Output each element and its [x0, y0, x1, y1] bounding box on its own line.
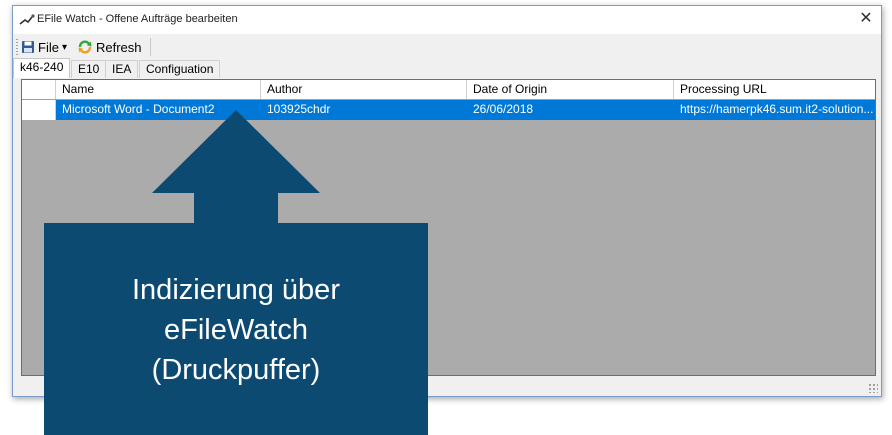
efile-watch-icon [19, 14, 35, 25]
column-header-name[interactable]: Name [56, 80, 261, 99]
tab-e10[interactable]: E10 [71, 60, 107, 78]
file-menu-label: File [38, 39, 59, 55]
file-menu-button[interactable]: File ▾ [21, 38, 67, 56]
size-grip-icon[interactable] [868, 383, 878, 393]
chevron-down-icon: ▾ [61, 41, 67, 53]
column-header-author[interactable]: Author [261, 80, 467, 99]
floppy-disk-icon [22, 41, 34, 53]
close-icon[interactable]: ✕ [855, 9, 877, 29]
callout-line-3: (Druckpuffer) [151, 354, 321, 386]
callout-line-1: Indizierung über [132, 274, 340, 306]
grid-corner-cell[interactable] [22, 80, 56, 99]
column-header-date-of-origin[interactable]: Date of Origin [467, 80, 674, 99]
cell-date-of-origin[interactable]: 26/06/2018 [467, 100, 674, 120]
callout-line-2: eFileWatch [164, 314, 308, 346]
column-header-processing-url[interactable]: Processing URL [674, 80, 875, 99]
triangle-right-icon[interactable]: ► [22, 100, 56, 120]
tab-k46-240[interactable]: k46-240 [13, 58, 71, 78]
window-title: EFile Watch - Offene Aufträge bearbeiten [37, 13, 238, 25]
cell-processing-url[interactable]: https://hamerpk46.sum.it2-solution... [674, 100, 875, 120]
grid-header: Name Author Date of Origin Processing UR… [22, 80, 875, 100]
tab-strip: k46-240 E10 IEA Configuation [13, 58, 881, 78]
refresh-icon [78, 40, 92, 54]
table-row[interactable]: ► Microsoft Word - Document2 103925chdr … [22, 100, 875, 120]
tab-iea[interactable]: IEA [105, 60, 139, 78]
callout-box: Indizierung über eFileWatch (Druckpuffer… [44, 223, 428, 435]
toolbar: File ▾ Refresh [13, 34, 881, 60]
tab-configuation[interactable]: Configuation [139, 60, 221, 78]
refresh-label: Refresh [96, 39, 142, 55]
title-bar: EFile Watch - Offene Aufträge bearbeiten… [13, 6, 881, 34]
cell-name[interactable]: Microsoft Word - Document2 [56, 100, 261, 120]
cell-author[interactable]: 103925chdr [261, 100, 467, 120]
toolbar-grip[interactable] [16, 39, 18, 55]
refresh-button[interactable]: Refresh [77, 38, 142, 56]
toolbar-separator [150, 38, 151, 56]
